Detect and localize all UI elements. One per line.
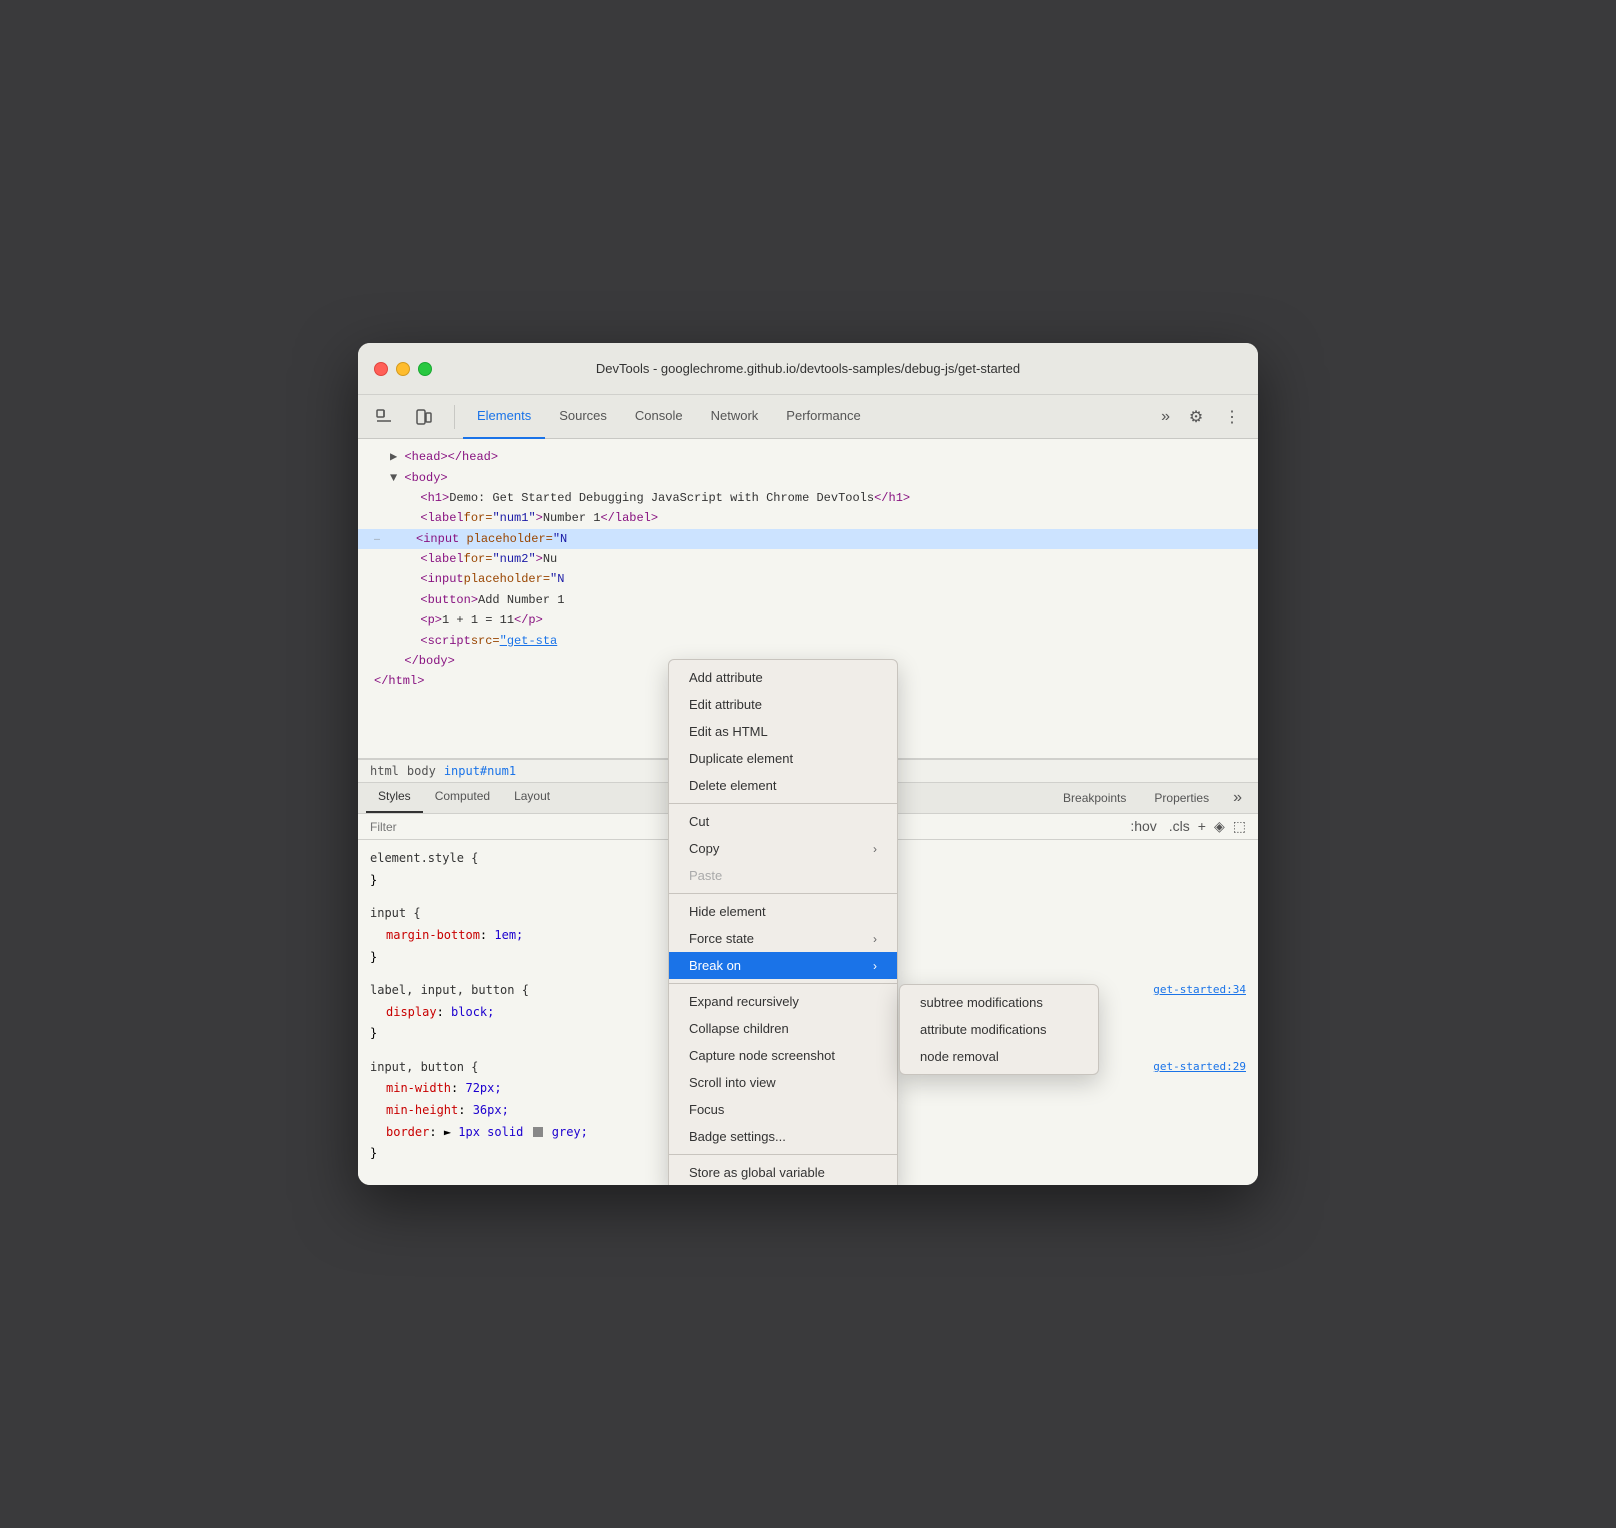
tab-computed[interactable]: Computed [423,783,502,813]
menu-paste[interactable]: Paste [669,862,897,889]
tab-layout[interactable]: Layout [502,783,562,813]
device-icon[interactable] [406,395,442,439]
html-p: <p>1 + 1 = 11</p> [374,610,1242,630]
close-button[interactable] [374,362,388,376]
tab-divider [454,405,455,429]
minimize-button[interactable] [396,362,410,376]
html-script: <script src="get-sta [374,631,1242,651]
right-tabs: Breakpoints Properties » [1051,783,1250,813]
menu-expand-recursively[interactable]: Expand recursively [669,988,897,1015]
devtools-content-area: ▶ <head> </head> ▼ <body> <h1>Demo: Get … [358,439,1258,1185]
menu-edit-as-html[interactable]: Edit as HTML [669,718,897,745]
menu-capture-screenshot[interactable]: Capture node screenshot [669,1042,897,1069]
menu-focus[interactable]: Focus [669,1096,897,1123]
tab-performance[interactable]: Performance [772,395,874,439]
source-link-34[interactable]: get-started:34 [1153,980,1246,1000]
settings-button[interactable]: ⚙ [1178,395,1214,439]
html-h1-line: <h1>Demo: Get Started Debugging JavaScri… [374,488,1242,508]
devtools-window: DevTools - googlechrome.github.io/devtoo… [358,343,1258,1185]
html-input-num1-selected[interactable]: … <input placeholder="N [358,529,1258,549]
menu-cut[interactable]: Cut [669,808,897,835]
html-body-open: ▼ <body> [374,468,1242,488]
tab-styles[interactable]: Styles [366,783,423,813]
menu-break-on[interactable]: Break on › [669,952,897,979]
menu-store-global[interactable]: Store as global variable [669,1159,897,1185]
tab-properties[interactable]: Properties [1142,785,1221,811]
tab-breakpoints[interactable]: Breakpoints [1051,785,1138,811]
menu-separator-3 [669,983,897,984]
html-label-num2: <label for="num2">Nu [374,549,1242,569]
traffic-lights [374,362,432,376]
menu-hide-element[interactable]: Hide element [669,898,897,925]
more-tabs-button[interactable]: » [1153,395,1178,439]
force-state-arrow-icon: › [873,932,877,946]
tab-sources[interactable]: Sources [545,395,621,439]
break-on-submenu: subtree modifications attribute modifica… [899,984,1099,1075]
force-state-icon[interactable]: .cls [1169,818,1190,835]
menu-collapse-children[interactable]: Collapse children [669,1015,897,1042]
breadcrumb-selected[interactable]: input#num1 [444,764,516,778]
plus-icon[interactable]: + [1198,818,1206,835]
menu-separator-2 [669,893,897,894]
menu-delete-element[interactable]: Delete element [669,772,897,799]
submenu-attribute-modifications[interactable]: attribute modifications [900,1016,1098,1043]
add-style-icon[interactable]: :hov [1130,818,1156,835]
tab-console[interactable]: Console [621,395,697,439]
menu-edit-attribute[interactable]: Edit attribute [669,691,897,718]
window-title: DevTools - googlechrome.github.io/devtoo… [596,361,1020,376]
html-input-num2: <input placeholder="N [374,569,1242,589]
menu-force-state[interactable]: Force state › [669,925,897,952]
more-options-button[interactable]: ⋮ [1214,395,1250,439]
menu-duplicate-element[interactable]: Duplicate element [669,745,897,772]
titlebar: DevTools - googlechrome.github.io/devtoo… [358,343,1258,395]
menu-badge-settings[interactable]: Badge settings... [669,1123,897,1150]
menu-separator-4 [669,1154,897,1155]
tab-network[interactable]: Network [697,395,773,439]
break-on-arrow-icon: › [873,959,877,973]
menu-copy[interactable]: Copy › [669,835,897,862]
submenu-subtree-modifications[interactable]: subtree modifications [900,989,1098,1016]
toggle-sidebar-icon[interactable]: ⬚ [1233,818,1246,835]
context-menu: Add attribute Edit attribute Edit as HTM… [668,659,898,1185]
ellipsis-button[interactable]: … [374,530,380,547]
devtools-tab-bar: Elements Sources Console Network Perform… [358,395,1258,439]
toolbar-icons: :hov .cls + ◈ ⬚ [1130,818,1246,835]
source-link-29[interactable]: get-started:29 [1153,1057,1246,1077]
more-panel-tabs[interactable]: » [1225,783,1250,813]
breadcrumb-body[interactable]: body [407,764,436,778]
color-format-icon[interactable]: ◈ [1214,818,1225,835]
html-label-num1: <label for="num1">Number 1</label> [374,508,1242,528]
menu-add-attribute[interactable]: Add attribute [669,664,897,691]
html-head-line: ▶ <head> </head> [374,447,1242,467]
menu-scroll-into-view[interactable]: Scroll into view [669,1069,897,1096]
tab-elements[interactable]: Elements [463,395,545,439]
html-button: <button>Add Number 1 [374,590,1242,610]
inspect-icon[interactable] [366,395,402,439]
breadcrumb-html[interactable]: html [370,764,399,778]
submenu-node-removal[interactable]: node removal [900,1043,1098,1070]
menu-separator-1 [669,803,897,804]
color-swatch [533,1127,543,1137]
copy-arrow-icon: › [873,842,877,856]
maximize-button[interactable] [418,362,432,376]
